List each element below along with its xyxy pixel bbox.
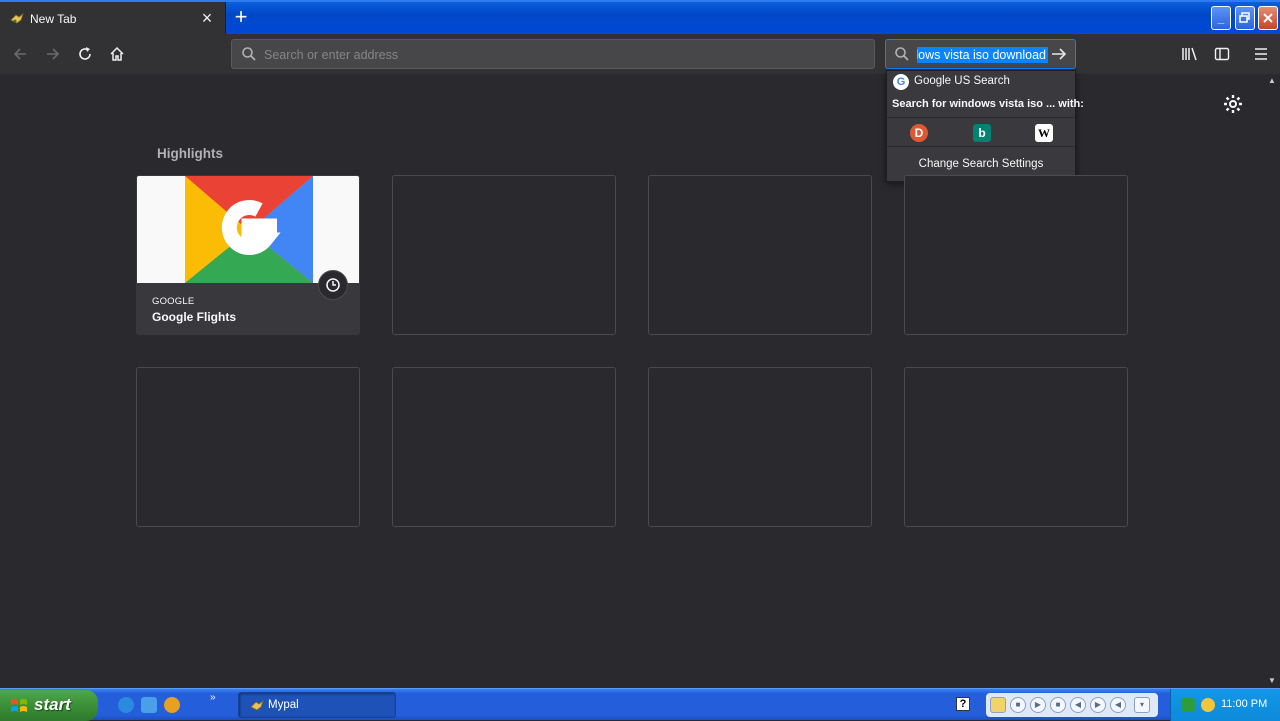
minimize-button[interactable]: _ bbox=[1211, 6, 1231, 30]
volume-icon[interactable]: ◀ bbox=[1110, 697, 1126, 713]
address-placeholder: Search or enter address bbox=[264, 48, 399, 62]
network-icon[interactable] bbox=[1181, 698, 1195, 712]
search-icon bbox=[895, 47, 909, 61]
search-icon bbox=[242, 47, 256, 61]
close-icon bbox=[1263, 13, 1273, 23]
close-tab-icon[interactable]: × bbox=[198, 9, 216, 27]
one-off-engines: D b W bbox=[887, 117, 1075, 147]
media-next-icon[interactable]: ▶ bbox=[1090, 697, 1106, 713]
internet-explorer-icon[interactable] bbox=[118, 697, 134, 713]
page-scrollbar[interactable]: ▲ ▼ bbox=[1264, 74, 1280, 688]
help-icon[interactable]: ? bbox=[956, 697, 970, 711]
empty-highlight-card bbox=[392, 367, 616, 527]
address-bar[interactable]: Search or enter address bbox=[231, 39, 875, 69]
quick-launch-chevron-icon[interactable]: » bbox=[210, 692, 216, 703]
start-label: start bbox=[34, 695, 71, 714]
empty-highlight-card bbox=[136, 367, 360, 527]
media-logo-icon bbox=[990, 697, 1006, 713]
media-previous-icon[interactable]: ◀ bbox=[1070, 697, 1086, 713]
gear-icon[interactable] bbox=[1223, 94, 1243, 114]
empty-highlight-card bbox=[648, 367, 872, 527]
empty-highlight-card bbox=[392, 175, 616, 335]
search-popup: G Google US Search Search for windows vi… bbox=[886, 70, 1084, 182]
browser-titlebar: New Tab × + _ bbox=[0, 0, 1280, 36]
media-play-icon[interactable]: ▶ bbox=[1030, 697, 1046, 713]
media-stop-icon[interactable]: ■ bbox=[1010, 697, 1026, 713]
tab-title: New Tab bbox=[30, 12, 77, 26]
menu-button[interactable] bbox=[1249, 42, 1273, 66]
search-engine-name: Google US Search bbox=[914, 75, 1010, 87]
forward-button[interactable] bbox=[41, 42, 65, 66]
clock: 11:00 PM bbox=[1221, 698, 1268, 710]
card-thumbnail bbox=[137, 176, 359, 283]
search-with-label: Search for windows vista iso ... with: bbox=[892, 98, 1084, 110]
scroll-up-icon[interactable]: ▲ bbox=[1267, 76, 1277, 85]
highlights-heading: Highlights bbox=[157, 146, 223, 161]
go-arrow-icon[interactable] bbox=[1050, 45, 1068, 63]
taskbar-item-label: Mypal bbox=[268, 699, 299, 711]
change-search-settings-button[interactable]: Change Search Settings bbox=[887, 158, 1075, 170]
history-button[interactable] bbox=[318, 270, 348, 300]
library-icon bbox=[1182, 47, 1197, 61]
taskbar: start » Mypal ? ■ ▶ ■ ◀ ▶ ◀ ▾ 11:00 PM bbox=[0, 688, 1280, 721]
outlook-express-icon[interactable] bbox=[141, 697, 157, 713]
hamburger-menu-icon bbox=[1255, 48, 1267, 60]
clock-icon bbox=[326, 278, 340, 292]
bing-icon[interactable]: b bbox=[973, 124, 991, 142]
new-tab-button[interactable]: + bbox=[230, 6, 252, 29]
card-title: Google Flights bbox=[152, 310, 236, 324]
start-button[interactable]: start bbox=[0, 690, 98, 721]
empty-highlight-card bbox=[904, 175, 1128, 335]
empty-highlight-card bbox=[648, 175, 872, 335]
system-tray: 11:00 PM bbox=[1170, 689, 1280, 721]
library-button[interactable] bbox=[1178, 42, 1202, 66]
search-input-selection[interactable]: windows vista iso download bbox=[917, 47, 1048, 63]
card-host: GOOGLE bbox=[152, 296, 195, 307]
media-player-icon[interactable] bbox=[164, 697, 180, 713]
scroll-down-icon[interactable]: ▼ bbox=[1267, 676, 1277, 685]
close-window-button[interactable] bbox=[1258, 6, 1278, 30]
search-bar[interactable]: windows vista iso download bbox=[885, 39, 1076, 69]
forward-arrow-icon bbox=[47, 48, 60, 60]
media-toolbar: ■ ▶ ■ ◀ ▶ ◀ ▾ bbox=[986, 693, 1158, 717]
back-arrow-icon bbox=[13, 48, 26, 60]
restore-button[interactable] bbox=[1235, 6, 1255, 30]
navigation-toolbar: Search or enter address windows vista is… bbox=[0, 34, 1280, 74]
tab-new-tab[interactable]: New Tab × bbox=[0, 2, 226, 36]
sidebar-icon bbox=[1214, 47, 1230, 61]
taskbar-item-mypal[interactable]: Mypal bbox=[238, 692, 396, 718]
reload-icon bbox=[79, 47, 91, 60]
google-icon: G bbox=[893, 74, 909, 90]
highlight-card[interactable]: GOOGLE Google Flights bbox=[136, 175, 360, 335]
restore-icon bbox=[1239, 12, 1250, 23]
search-icon[interactable] bbox=[1201, 698, 1215, 712]
empty-highlight-card bbox=[904, 367, 1128, 527]
sidebar-button[interactable] bbox=[1210, 42, 1234, 66]
mypal-icon bbox=[250, 699, 264, 711]
home-button[interactable] bbox=[105, 42, 129, 66]
wikipedia-icon[interactable]: W bbox=[1035, 124, 1053, 142]
home-icon bbox=[110, 46, 124, 61]
windows-flag-icon bbox=[11, 699, 27, 712]
reload-button[interactable] bbox=[73, 42, 97, 66]
search-input-value: windows vista iso download bbox=[917, 48, 1046, 62]
duckduckgo-icon[interactable]: D bbox=[910, 124, 928, 142]
mypal-icon bbox=[10, 12, 24, 24]
media-pause-icon[interactable]: ■ bbox=[1050, 697, 1066, 713]
google-logo-icon bbox=[185, 176, 313, 283]
search-engine-header[interactable]: G Google US Search bbox=[887, 71, 1075, 93]
back-button[interactable] bbox=[8, 42, 32, 66]
media-menu-icon[interactable]: ▾ bbox=[1134, 697, 1150, 713]
